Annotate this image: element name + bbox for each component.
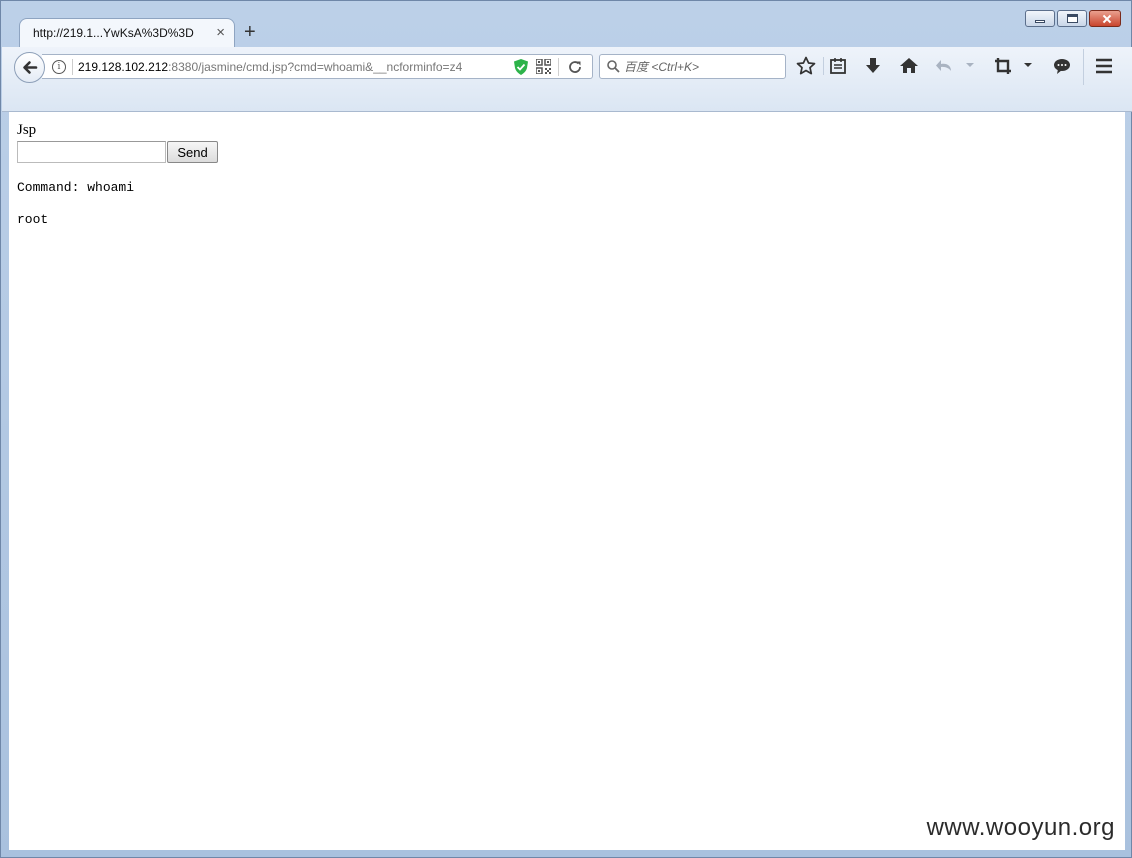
url-text[interactable]: 219.128.102.212:8380/jasmine/cmd.jsp?cmd… [78,60,493,74]
browser-window: http://219.1...YwKsA%3D%3D × + i 219.128… [0,0,1132,858]
navigation-toolbar: i 219.128.102.212:8380/jasmine/cmd.jsp?c… [2,47,1132,112]
screenshot-crop-icon[interactable] [993,56,1015,78]
command-echo: Command: whoami [17,180,135,195]
bookmark-star-icon[interactable] [796,56,818,78]
command-output: root [17,212,49,227]
back-arrow-icon [23,61,38,74]
url-bar[interactable]: i 219.128.102.212:8380/jasmine/cmd.jsp?c… [42,54,593,79]
download-icon[interactable] [864,56,886,78]
undo-dropdown-icon[interactable] [964,60,986,82]
shield-icon[interactable] [514,59,528,80]
url-host: 219.128.102.212 [78,60,169,74]
page-content: Jsp Send Command: whoami root www.wooyun… [9,112,1125,850]
minimize-button[interactable] [1025,10,1055,27]
chat-bubble-icon[interactable] [1052,56,1074,78]
reload-icon[interactable] [567,59,583,80]
undo-icon[interactable] [935,56,957,78]
window-controls [1025,10,1121,27]
tab-close-icon[interactable]: × [216,24,225,41]
browser-tab[interactable]: http://219.1...YwKsA%3D%3D × [19,18,235,47]
home-icon[interactable] [899,56,921,78]
toolbar-divider-2 [1083,49,1084,85]
search-icon [607,60,620,73]
toolbar-divider [823,57,824,75]
search-bar[interactable] [599,54,786,79]
command-input[interactable] [17,141,166,163]
site-info-icon[interactable]: i [52,60,66,74]
back-button[interactable] [14,52,45,83]
search-input[interactable] [624,58,779,75]
page-heading: Jsp [17,122,37,138]
close-window-button[interactable] [1089,10,1121,27]
url-divider [72,59,73,75]
maximize-button[interactable] [1057,10,1087,27]
menu-hamburger-icon[interactable] [1094,56,1116,78]
new-tab-button[interactable]: + [244,21,256,44]
reading-list-icon[interactable] [829,56,851,78]
qr-code-icon[interactable] [535,58,552,79]
send-button[interactable]: Send [167,141,218,163]
screenshot-dropdown-icon[interactable] [1022,60,1044,82]
tab-title: http://219.1...YwKsA%3D%3D [33,26,194,40]
url-divider-2 [558,58,559,76]
watermark: www.wooyun.org [926,814,1115,841]
url-path: :8380/jasmine/cmd.jsp?cmd=whoami&__ncfor… [168,60,463,74]
